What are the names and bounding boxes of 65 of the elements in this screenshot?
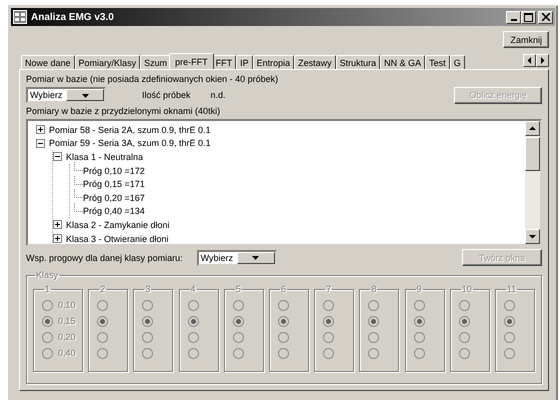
tree-item[interactable]: Klasa 2 - Zamykanie dłoni [66,220,170,230]
tab[interactable]: Test [425,55,450,69]
group-label: 1 [44,284,52,294]
expand-icon[interactable] [36,125,45,134]
section-label: Pomiary w bazie z przydzielonymi oknami (40tki) [26,106,222,116]
tree-item[interactable]: Klasa 3 - Otwieranie dłoni [66,234,169,244]
group-label: 2 [99,284,106,294]
maximize-button[interactable] [521,10,536,24]
scroll-up-button[interactable] [525,121,540,136]
radio-label: 0,40 [58,348,76,358]
group-label: 7 [325,284,332,294]
tree-item[interactable]: Próg 0,40 =134 [83,206,145,216]
tab[interactable]: Pomiary/Klasy [74,55,140,69]
caret-icon [82,92,88,98]
scroll-down-button[interactable] [525,229,540,244]
expand-icon[interactable] [53,220,62,230]
collapse-icon[interactable] [36,138,45,148]
tree-item[interactable]: Próg 0,20 =167 [83,192,145,203]
tree-item[interactable]: Próg 0,10 =172 [83,166,145,176]
threshold-label: Wsp. progowy dla danej klasy pomiaru: [26,252,183,262]
close-window-button[interactable]: Zamknij [503,31,549,48]
threshold-dropdown[interactable]: Wybierz [196,250,277,266]
radio-label: 0,15 [58,316,76,326]
tab[interactable]: G [450,55,465,69]
count-label: Ilość próbek [142,90,191,100]
expand-icon[interactable] [53,234,62,244]
close-button[interactable] [538,10,553,24]
tab[interactable]: Struktura [336,55,380,69]
scroll-left-button[interactable] [523,54,536,67]
tab[interactable]: NN & GA [380,55,426,69]
close-icon [542,13,550,21]
tab[interactable]: Zestawy [294,55,336,69]
group-label: 6 [280,284,287,294]
window-title: Analiza EMG v3.0 [31,12,115,22]
caret-icon [529,125,536,132]
measurement-dropdown[interactable]: Wybierz [26,87,106,103]
group-label: 3 [144,284,152,294]
scrollbar-thumb[interactable] [525,137,540,171]
radio-label: 0,10 [58,300,76,310]
minimize-button[interactable] [506,10,521,24]
radio-label: 0,20 [58,332,76,342]
group-label: 10 [460,284,473,294]
tab[interactable]: Nowe dane [21,55,75,69]
group-label: 5 [234,284,242,294]
tree-item[interactable]: Klasa 1 - Neutralna [66,152,144,162]
app-icon [13,10,27,24]
tree-item[interactable]: Pomiar 58 - Seria 2A, szum 0.9, thrE 0.1 [49,124,211,135]
section-label: Pomiar w bazie (nie posiada zdefiniowanych okien - 40 próbek) [26,72,280,85]
maximize-icon [524,12,533,22]
group-label: 4 [190,284,197,294]
tree-item[interactable]: Próg 0,15 =171 [83,179,145,190]
count-value: n.d. [210,90,226,100]
caret-icon [529,233,536,240]
tab[interactable]: IP [236,55,253,69]
collapse-icon[interactable] [53,152,62,162]
group-label: Klasy [35,270,60,280]
tab[interactable]: Entropia [252,55,294,69]
tab[interactable]: Szum [140,55,172,69]
scroll-right-button[interactable] [536,54,549,67]
tab[interactable]: pre-FFT [169,53,214,69]
tree-item[interactable]: Pomiar 59 - Seria 3A, szum 0.9, thrE 0.1 [49,138,211,148]
group-label: 8 [370,284,378,294]
caret-icon [252,254,260,261]
group-label: 9 [416,284,423,294]
group-label: 11 [506,284,518,294]
